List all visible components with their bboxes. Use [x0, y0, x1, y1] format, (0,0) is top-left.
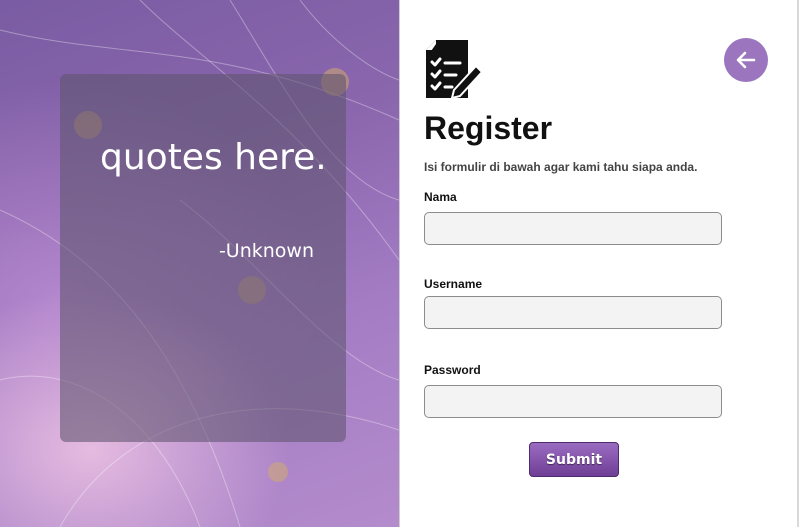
form-checklist-icon [426, 40, 484, 98]
username-label: Username [424, 277, 483, 291]
submit-button[interactable]: Submit [529, 442, 619, 477]
password-label: Password [424, 363, 481, 377]
quote-author: -Unknown [218, 240, 314, 262]
quote-card: quotes here. -Unknown [60, 74, 346, 442]
nama-label: Nama [424, 190, 457, 204]
quote-panel: quotes here. -Unknown [0, 0, 399, 527]
page-title: Register [424, 110, 553, 146]
nama-field[interactable] [424, 212, 722, 245]
arrow-left-icon [736, 51, 756, 69]
panel-divider [399, 0, 400, 527]
username-field[interactable] [424, 296, 722, 329]
form-subtitle: Isi formulir di bawah agar kami tahu sia… [424, 160, 698, 174]
password-field[interactable] [424, 385, 722, 418]
quote-text: quotes here. [100, 137, 327, 178]
back-button[interactable] [724, 38, 768, 82]
